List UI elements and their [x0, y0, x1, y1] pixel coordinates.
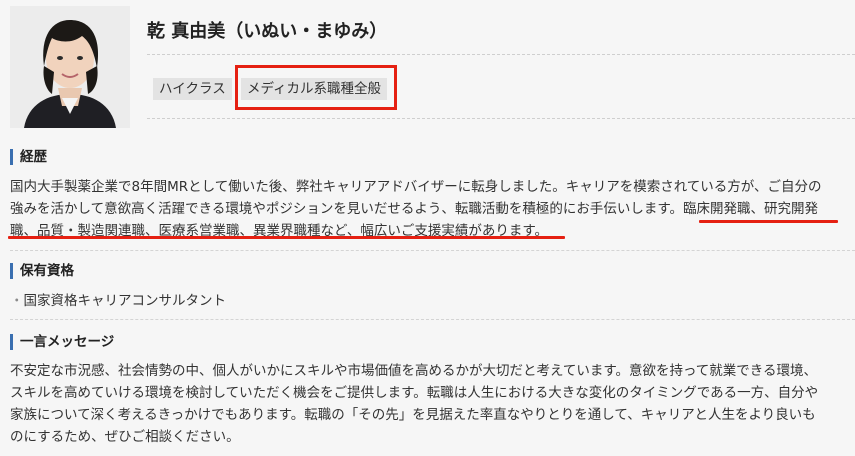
advisor-profile: 乾 真由美（いぬい・まゆみ） ハイクラス メディカル系職種全般: [0, 0, 855, 128]
bullet-icon: ・: [10, 293, 24, 309]
qualifications-heading: 保有資格: [10, 263, 74, 279]
qualifications-list: ・国家資格キャリアコンサルタント: [10, 290, 855, 312]
advisor-photo: [10, 6, 130, 128]
career-text: 国内大手製薬企業で8年間MRとして働いた後、弊社キャリアアドバイザーに転身しまし…: [10, 176, 855, 242]
portrait-image: [10, 6, 130, 128]
advisor-name: 乾 真由美（いぬい・まゆみ）: [147, 21, 388, 42]
highlight-underline: [8, 236, 565, 239]
message-text: 不安定な市況感、社会情勢の中、個人がいかにスキルや市場価値を高めるかが大切だと考…: [10, 360, 855, 448]
divider: [147, 118, 855, 119]
career-line: 強みを活かして意欲高く活躍できる環境やポジションを見いだせるよう、転職活動を積極…: [10, 201, 818, 217]
qualification-item: ・国家資格キャリアコンサルタント: [10, 290, 855, 312]
message-heading: 一言メッセージ: [10, 334, 114, 350]
tag-high-class: ハイクラス: [153, 78, 232, 100]
divider: [10, 319, 855, 320]
message-line: 不安定な市況感、社会情勢の中、個人がいかにスキルや市場価値を高めるかが大切だと考…: [10, 363, 818, 379]
career-line: 国内大手製薬企業で8年間MRとして働いた後、弊社キャリアアドバイザーに転身しまし…: [10, 179, 822, 195]
highlight-underline: [699, 220, 838, 223]
divider: [147, 54, 855, 55]
career-heading: 経歴: [10, 149, 47, 165]
message-line: スキルを高めていける環境を検討していただく機会をご提供します。転職は人生における…: [10, 385, 819, 401]
message-line: のにするため、ぜひご相談ください。: [10, 429, 240, 445]
highlight-box: [235, 65, 397, 110]
divider: [10, 250, 855, 251]
message-line: 家族について深く考えるきっかけでもあります。転職の「その先」を見据えた率直なやり…: [10, 407, 816, 423]
qualification-label: 国家資格キャリアコンサルタント: [23, 293, 227, 309]
